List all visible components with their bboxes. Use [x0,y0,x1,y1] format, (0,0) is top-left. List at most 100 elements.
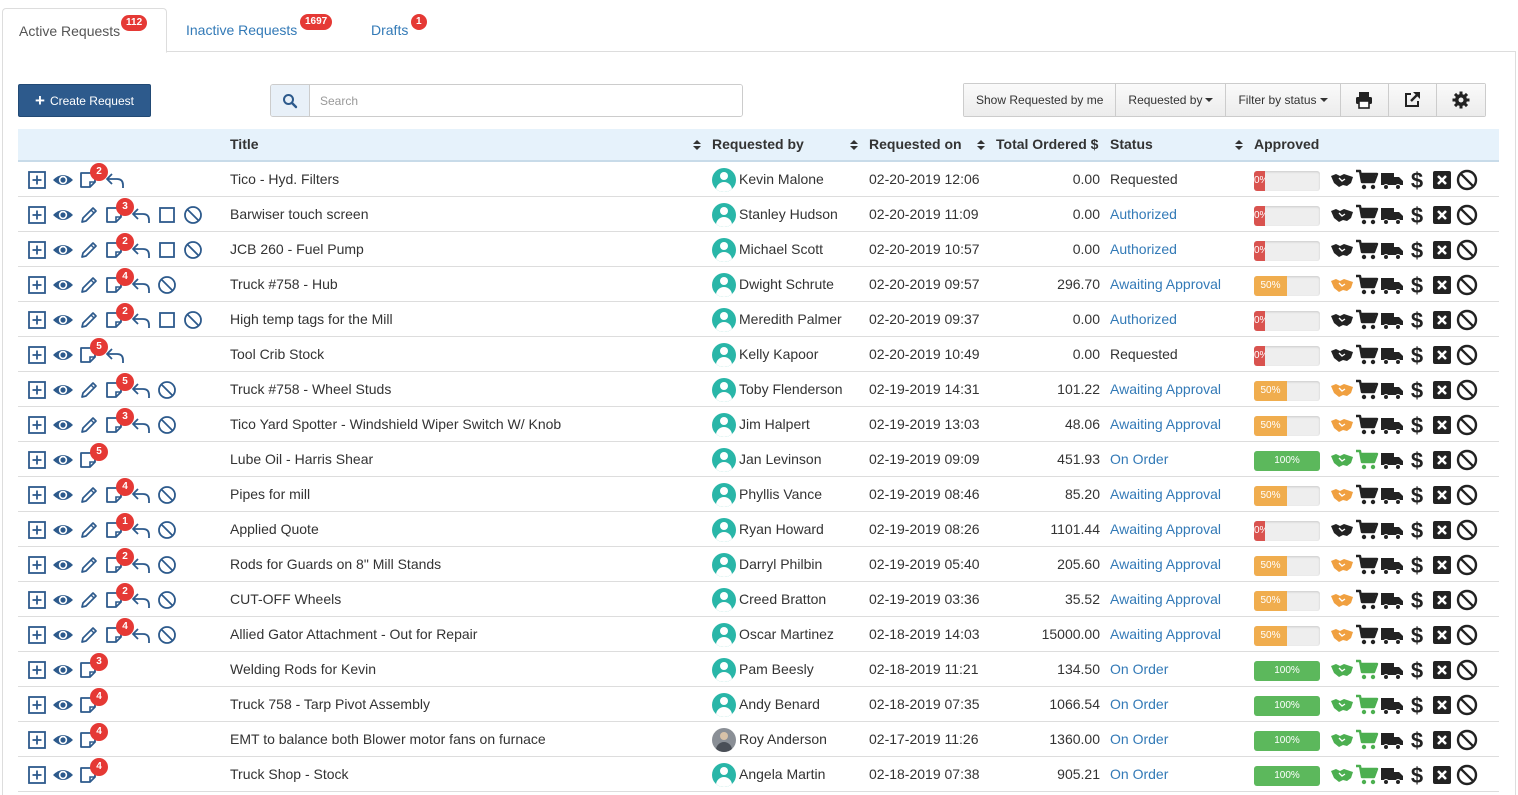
cart-icon[interactable] [1355,518,1379,542]
status-value[interactable]: Authorized [1110,302,1177,337]
close-icon[interactable] [1430,238,1454,262]
status-value[interactable]: Awaiting Approval [1110,617,1221,652]
edit-icon[interactable] [78,309,100,331]
table-row[interactable]: 2 Rods for Guards on 8" Mill Stands Darryl… [18,547,1499,582]
truck-icon[interactable] [1380,763,1404,787]
reply-icon[interactable] [130,554,152,576]
handshake-icon[interactable] [1330,763,1354,787]
close-icon[interactable] [1430,763,1454,787]
ban-icon[interactable] [1455,378,1479,402]
handshake-icon[interactable] [1330,728,1354,752]
expand-icon[interactable] [26,344,48,366]
dollar-icon[interactable]: $ [1405,343,1429,367]
ban-icon[interactable] [1455,588,1479,612]
dollar-icon[interactable]: $ [1405,203,1429,227]
show-requested-by-me-button[interactable]: Show Requested by me [964,84,1117,116]
ban-icon[interactable] [1455,658,1479,682]
request-title[interactable]: Lube Oil - Harris Shear [230,442,373,477]
notes-icon[interactable]: 2 [104,583,134,611]
expand-icon[interactable] [26,169,48,191]
ban-icon[interactable] [1455,343,1479,367]
truck-icon[interactable] [1380,308,1404,332]
handshake-icon[interactable] [1330,518,1354,542]
truck-icon[interactable] [1380,588,1404,612]
expand-icon[interactable] [26,484,48,506]
requested-by-dropdown[interactable]: Requested by [1116,84,1227,116]
request-title[interactable]: Truck #758 - Wheel Studs [230,372,391,407]
notes-icon[interactable]: 3 [104,408,134,436]
request-title[interactable]: Welding Rods for Kevin [230,652,376,687]
ban-icon[interactable] [1455,518,1479,542]
table-row[interactable]: 4 Allied Gator Attachment - Out for Repai… [18,617,1499,652]
dollar-icon[interactable]: $ [1405,658,1429,682]
table-row[interactable]: 4 Truck #758 - Hub Dwight Schrute 02-20-201… [18,267,1499,302]
request-title[interactable]: CUT-OFF Wheels [230,582,341,617]
close-icon[interactable] [1430,448,1454,472]
notes-icon[interactable]: 5 [78,338,108,366]
notes-icon[interactable]: 2 [78,163,108,191]
reply-icon[interactable] [130,484,152,506]
notes-icon[interactable]: 3 [104,198,134,226]
edit-icon[interactable] [78,484,100,506]
edit-icon[interactable] [78,589,100,611]
close-icon[interactable] [1430,308,1454,332]
table-row[interactable]: 5 Truck #758 - Wheel Studs Toby Flenderson… [18,372,1499,407]
expand-icon[interactable] [26,309,48,331]
view-icon[interactable] [52,274,74,296]
dollar-icon[interactable]: $ [1405,238,1429,262]
request-title[interactable]: Tico Yard Spotter - Windshield Wiper Swi… [230,407,561,442]
ban-icon[interactable] [1455,413,1479,437]
column-header-requested-on[interactable]: Requested on [869,129,962,160]
handshake-icon[interactable] [1330,588,1354,612]
cart-icon[interactable] [1355,623,1379,647]
ban-icon[interactable] [1455,763,1479,787]
view-icon[interactable] [52,554,74,576]
request-title[interactable]: Rods for Guards on 8" Mill Stands [230,547,441,582]
edit-icon[interactable] [78,379,100,401]
view-icon[interactable] [52,729,74,751]
sort-icon[interactable] [977,140,985,150]
notes-icon[interactable]: 4 [78,723,108,751]
checkbox-icon[interactable] [156,204,178,226]
request-title[interactable]: Pipes for mill [230,477,310,512]
truck-icon[interactable] [1380,203,1404,227]
dollar-icon[interactable]: $ [1405,308,1429,332]
tab-inactive-requests[interactable]: Inactive Requests 1697 [170,8,345,52]
tab-active-requests[interactable]: Active Requests 112 [2,8,167,53]
cancel-icon[interactable] [156,519,178,541]
cart-icon[interactable] [1355,308,1379,332]
expand-icon[interactable] [26,239,48,261]
view-icon[interactable] [52,309,74,331]
truck-icon[interactable] [1380,658,1404,682]
cart-icon[interactable] [1355,238,1379,262]
table-row[interactable]: 5 Lube Oil - Harris Shear Jan Levinson 02-1… [18,442,1499,477]
notes-icon[interactable]: 2 [104,548,134,576]
notes-icon[interactable]: 1 [104,513,134,541]
ban-icon[interactable] [1455,308,1479,332]
view-icon[interactable] [52,694,74,716]
expand-icon[interactable] [26,589,48,611]
request-title[interactable]: Applied Quote [230,512,319,547]
cart-icon[interactable] [1355,168,1379,192]
truck-icon[interactable] [1380,693,1404,717]
dollar-icon[interactable]: $ [1405,273,1429,297]
ban-icon[interactable] [1455,553,1479,577]
reply-icon[interactable] [130,239,152,261]
dollar-icon[interactable]: $ [1405,763,1429,787]
expand-icon[interactable] [26,729,48,751]
cart-icon[interactable] [1355,343,1379,367]
status-value[interactable]: On Order [1110,722,1168,757]
dollar-icon[interactable]: $ [1405,448,1429,472]
handshake-icon[interactable] [1330,273,1354,297]
request-title[interactable]: Truck Shop - Stock [230,757,349,792]
reply-icon[interactable] [130,519,152,541]
table-row[interactable]: 1 Applied Quote Ryan Howard 02-19-2019 08:2… [18,512,1499,547]
expand-icon[interactable] [26,694,48,716]
truck-icon[interactable] [1380,623,1404,647]
ban-icon[interactable] [1455,623,1479,647]
handshake-icon[interactable] [1330,308,1354,332]
status-value[interactable]: Awaiting Approval [1110,477,1221,512]
edit-icon[interactable] [78,204,100,226]
cancel-icon[interactable] [156,624,178,646]
edit-icon[interactable] [78,239,100,261]
